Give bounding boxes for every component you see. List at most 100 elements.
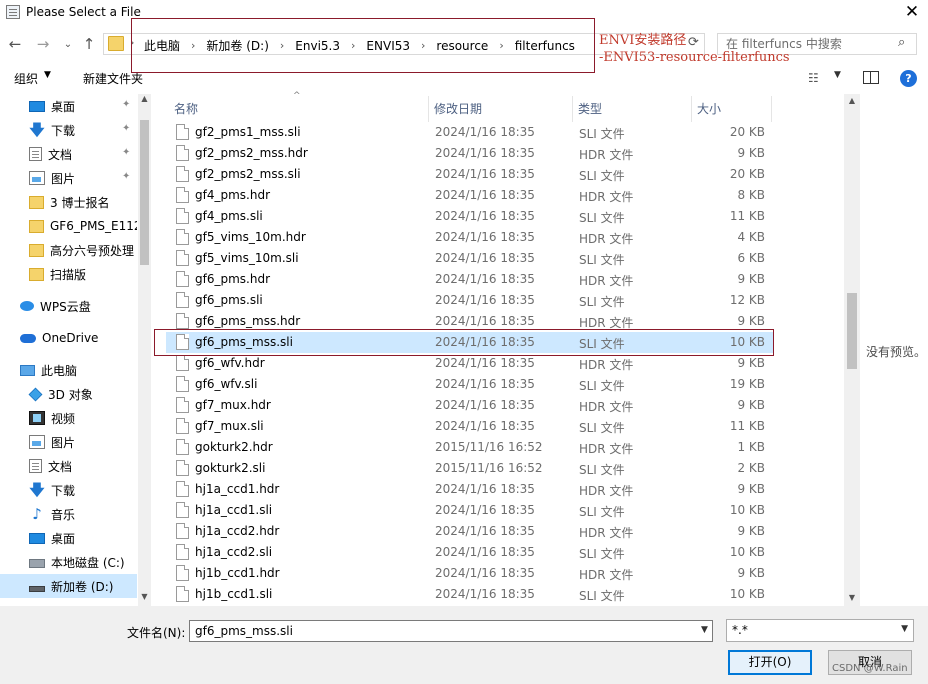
sidebar-item[interactable]: OneDrive xyxy=(0,326,137,350)
annotation-box xyxy=(131,18,595,73)
sidebar-item[interactable]: WPS云盘 xyxy=(0,294,137,318)
sidebar-item[interactable]: 3D 对象 xyxy=(0,382,137,406)
scroll-down-icon[interactable]: ▼ xyxy=(844,593,860,605)
file-modified-date: 2024/1/16 18:35 xyxy=(435,587,535,601)
chevron-down-icon[interactable]: ▼ xyxy=(834,70,841,80)
file-icon xyxy=(176,586,189,602)
file-type-filter-select[interactable]: *.* ▼ xyxy=(726,619,914,642)
back-button[interactable]: ← xyxy=(6,33,24,55)
file-type: SLI 文件 xyxy=(579,295,625,309)
file-row[interactable]: hj1b_ccd1.hdr 2024/1/16 18:35 HDR 文件 9 KB xyxy=(166,563,774,584)
file-size: 9 KB xyxy=(737,524,765,538)
file-size: 10 KB xyxy=(729,545,765,559)
file-icon xyxy=(176,439,189,455)
file-row[interactable]: hj1b_ccd1.sli 2024/1/16 18:35 SLI 文件 10 KB xyxy=(166,584,774,605)
file-row[interactable]: gf7_mux.hdr 2024/1/16 18:35 HDR 文件 9 KB xyxy=(166,395,774,416)
file-row[interactable]: gf6_pms.hdr 2024/1/16 18:35 HDR 文件 9 KB xyxy=(166,269,774,290)
chevron-down-icon[interactable]: ▼ xyxy=(701,625,708,635)
file-name: gf6_pms.hdr xyxy=(195,272,271,286)
filename-combobox[interactable] xyxy=(189,620,713,642)
help-icon[interactable]: ? xyxy=(900,70,917,87)
sidebar-item[interactable]: 图片 ✦ xyxy=(0,166,137,190)
file-size: 9 KB xyxy=(737,398,765,412)
file-row[interactable]: gokturk2.sli 2015/11/16 16:52 SLI 文件 2 KB xyxy=(166,458,774,479)
sort-ascending-icon: ^ xyxy=(293,91,301,101)
annotation-line: ENVI安装路径 xyxy=(599,33,687,48)
sidebar-item[interactable]: 本地磁盘 (C:) xyxy=(0,550,137,574)
scroll-up-icon[interactable]: ▲ xyxy=(138,94,151,106)
file-row[interactable]: hj1a_ccd2.hdr 2024/1/16 18:35 HDR 文件 9 KB xyxy=(166,521,774,542)
filename-input[interactable] xyxy=(195,623,685,639)
pin-icon: ✦ xyxy=(122,147,131,158)
scroll-up-icon[interactable]: ▲ xyxy=(844,96,860,108)
file-row[interactable]: gf6_wfv.sli 2024/1/16 18:35 SLI 文件 19 KB xyxy=(166,374,774,395)
file-modified-date: 2015/11/16 16:52 xyxy=(435,440,543,454)
preview-pane-icon[interactable] xyxy=(863,71,879,84)
recent-locations-button[interactable]: ⌄ xyxy=(61,34,75,56)
sidebar-item[interactable]: 🡇 下载 xyxy=(0,478,137,502)
sidebar-scroll-thumb[interactable] xyxy=(140,120,149,265)
sidebar-item-label: 桌面 xyxy=(51,531,76,546)
close-button[interactable]: ✕ xyxy=(896,0,928,26)
sidebar-item[interactable]: 高分六号预处理 xyxy=(0,238,137,262)
file-row[interactable]: gf2_pms2_mss.hdr 2024/1/16 18:35 HDR 文件 9 K… xyxy=(166,143,774,164)
file-row[interactable]: gf6_wfv.hdr 2024/1/16 18:35 HDR 文件 9 KB xyxy=(166,353,774,374)
organize-button[interactable]: 组织 xyxy=(14,70,38,87)
sidebar-item[interactable]: 文档 ✦ xyxy=(0,142,137,166)
open-button[interactable]: 打开(O) xyxy=(728,650,812,675)
column-header-modified[interactable]: 修改日期 xyxy=(431,96,573,122)
file-row[interactable]: gf5_vims_10m.sli 2024/1/16 18:35 SLI 文件 6 K… xyxy=(166,248,774,269)
file-size: 19 KB xyxy=(729,377,765,391)
column-header-size[interactable]: 大小 xyxy=(694,96,772,122)
file-row[interactable]: gf5_vims_10m.hdr 2024/1/16 18:35 HDR 文件 4 K… xyxy=(166,227,774,248)
sidebar-item-label: 高分六号预处理 xyxy=(50,243,135,258)
sidebar-item[interactable]: 桌面 xyxy=(0,526,137,550)
sidebar-item[interactable]: 🡇 下载 ✦ xyxy=(0,118,137,142)
file-size: 9 KB xyxy=(737,272,765,286)
sidebar-item[interactable]: 新加卷 (D:) xyxy=(0,574,137,598)
file-row[interactable]: hj1a_ccd1.hdr 2024/1/16 18:35 HDR 文件 9 KB xyxy=(166,479,774,500)
sidebar-item[interactable]: 视频 xyxy=(0,406,137,430)
file-name: gf6_wfv.sli xyxy=(195,377,258,391)
file-modified-date: 2024/1/16 18:35 xyxy=(435,377,535,391)
file-row[interactable]: gf6_pms.sli 2024/1/16 18:35 SLI 文件 12 KB xyxy=(166,290,774,311)
file-row[interactable]: hj1a_ccd2.sli 2024/1/16 18:35 SLI 文件 10 KB xyxy=(166,542,774,563)
view-options-icon[interactable]: ☷ xyxy=(808,71,826,85)
file-modified-date: 2024/1/16 18:35 xyxy=(435,230,535,244)
sidebar-item-label: 新加卷 (D:) xyxy=(51,579,114,594)
file-name: gf6_wfv.hdr xyxy=(195,356,265,370)
file-icon xyxy=(176,187,189,203)
file-size: 9 KB xyxy=(737,314,765,328)
file-row[interactable]: gf2_pms2_mss.sli 2024/1/16 18:35 SLI 文件 20 … xyxy=(166,164,774,185)
file-row[interactable]: gf7_mux.sli 2024/1/16 18:35 SLI 文件 11 KB xyxy=(166,416,774,437)
chevron-down-icon[interactable]: ▼ xyxy=(44,70,51,80)
search-icon[interactable]: ⌕ xyxy=(898,35,905,50)
pin-icon: ✦ xyxy=(122,171,131,182)
file-row[interactable]: gf4_pms.sli 2024/1/16 18:35 SLI 文件 11 KB xyxy=(166,206,774,227)
column-header-type[interactable]: 类型 xyxy=(575,96,692,122)
file-modified-date: 2024/1/16 18:35 xyxy=(435,272,535,286)
file-icon xyxy=(176,565,189,581)
file-size: 12 KB xyxy=(729,293,765,307)
up-button[interactable]: ↑ xyxy=(80,33,98,55)
file-row[interactable]: gf2_pms1_mss.sli 2024/1/16 18:35 SLI 文件 20 … xyxy=(166,122,774,143)
sidebar-item[interactable]: 此电脑 xyxy=(0,358,137,382)
file-list-scroll-thumb[interactable] xyxy=(847,293,857,369)
chevron-down-icon[interactable]: ▼ xyxy=(901,624,908,634)
scroll-down-icon[interactable]: ▼ xyxy=(138,592,151,604)
sidebar-item[interactable]: 图片 xyxy=(0,430,137,454)
file-row[interactable]: gokturk2.hdr 2015/11/16 16:52 HDR 文件 1 KB xyxy=(166,437,774,458)
sidebar-item[interactable]: GF6_PMS_E112 xyxy=(0,214,137,238)
file-icon xyxy=(176,481,189,497)
file-row[interactable]: hj1a_ccd1.sli 2024/1/16 18:35 SLI 文件 10 KB xyxy=(166,500,774,521)
sidebar-item[interactable]: 3 博士报名 xyxy=(0,190,137,214)
sidebar-item[interactable]: ♪ 音乐 xyxy=(0,502,137,526)
sidebar-item-label: 文档 xyxy=(48,459,73,474)
sidebar-item[interactable]: 桌面 ✦ xyxy=(0,94,137,118)
forward-button[interactable]: → xyxy=(34,33,52,55)
sidebar-item[interactable]: 扫描版 xyxy=(0,262,137,286)
sidebar-item[interactable]: 文档 xyxy=(0,454,137,478)
file-size: 10 KB xyxy=(729,587,765,601)
file-row[interactable]: gf4_pms.hdr 2024/1/16 18:35 HDR 文件 8 KB xyxy=(166,185,774,206)
file-size: 1 KB xyxy=(737,440,765,454)
